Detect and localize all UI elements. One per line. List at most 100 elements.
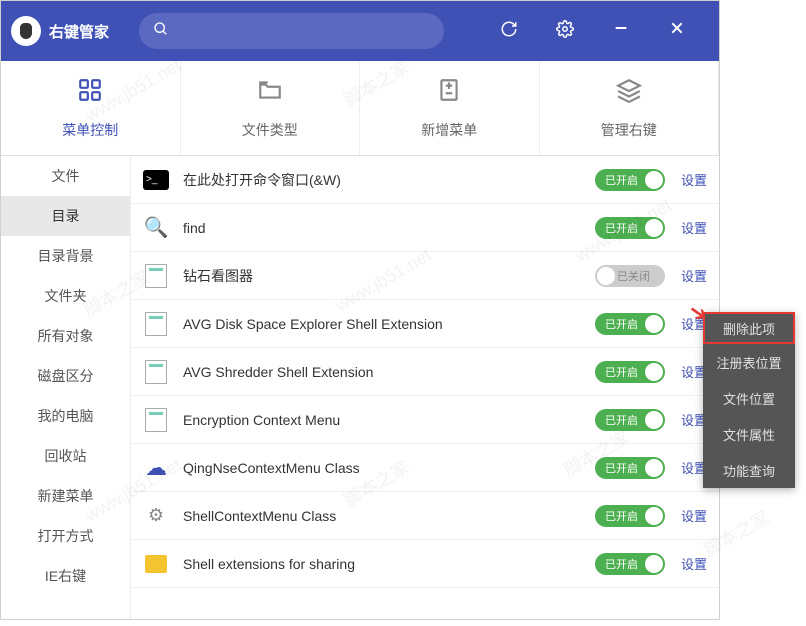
doc-icon bbox=[143, 359, 169, 385]
context-menu-item[interactable]: 功能查询 bbox=[703, 452, 795, 488]
list-row: >_ 在此处打开命令窗口(&W) 已开启 设置 bbox=[131, 156, 719, 204]
toggle-switch[interactable]: 已开启 bbox=[595, 361, 665, 383]
tab-label: 文件类型 bbox=[242, 120, 298, 140]
row-label: ShellContextMenu Class bbox=[183, 508, 595, 524]
toggle-text: 已开启 bbox=[605, 316, 638, 332]
sidebar-item[interactable]: 打开方式 bbox=[1, 516, 130, 556]
list-row: Shell extensions for sharing 已开启 设置 bbox=[131, 540, 719, 588]
settings-link[interactable]: 设置 bbox=[681, 554, 707, 573]
sidebar-item[interactable]: 文件夹 bbox=[1, 276, 130, 316]
row-label: AVG Disk Space Explorer Shell Extension bbox=[183, 316, 595, 332]
list-row: 钻石看图器 已关闭 设置 bbox=[131, 252, 719, 300]
list-row: ⚙ShellContextMenu Class已开启设置 bbox=[131, 492, 719, 540]
toggle-switch[interactable]: 已开启 bbox=[595, 169, 665, 191]
titlebar: 右键管家 bbox=[1, 1, 719, 61]
toggle-text: 已开启 bbox=[605, 412, 638, 428]
sidebar-item[interactable]: 新建菜单 bbox=[1, 476, 130, 516]
app-title: 右键管家 bbox=[49, 21, 109, 42]
toggle-text: 已开启 bbox=[605, 460, 638, 476]
toggle-dot-icon bbox=[645, 555, 663, 573]
row-label: AVG Shredder Shell Extension bbox=[183, 364, 595, 380]
toggle-switch[interactable]: 已关闭 bbox=[595, 265, 665, 287]
tab-manage-right-click[interactable]: 管理右键 bbox=[540, 61, 720, 155]
toggle-text: 已开启 bbox=[605, 172, 638, 188]
settings-link[interactable]: 设置 bbox=[681, 506, 707, 525]
toggle-switch[interactable]: 已开启 bbox=[595, 457, 665, 479]
row-label: Encryption Context Menu bbox=[183, 412, 595, 428]
settings-link[interactable]: 设置 bbox=[681, 170, 707, 189]
find-icon: 🔍 bbox=[143, 215, 169, 241]
sidebar-item[interactable]: 目录背景 bbox=[1, 236, 130, 276]
toggle-switch[interactable]: 已开启 bbox=[595, 313, 665, 335]
tab-label: 管理右键 bbox=[601, 120, 657, 140]
context-menu: 删除此项注册表位置文件位置文件属性功能查询 bbox=[703, 312, 795, 488]
row-label: 钻石看图器 bbox=[183, 266, 595, 286]
settings-link[interactable]: 设置 bbox=[681, 218, 707, 237]
context-menu-item[interactable]: 文件位置 bbox=[703, 380, 795, 416]
body: 文件目录目录背景文件夹所有对象磁盘区分我的电脑回收站新建菜单打开方式IE右键 >… bbox=[1, 156, 719, 619]
settings-link[interactable]: 设置 bbox=[681, 266, 707, 285]
settings-button[interactable] bbox=[553, 20, 577, 43]
list-row: 🔍 find 已开启 设置 bbox=[131, 204, 719, 252]
add-doc-icon bbox=[436, 77, 462, 110]
list-row: AVG Shredder Shell Extension已开启设置 bbox=[131, 348, 719, 396]
toggle-switch[interactable]: 已开启 bbox=[595, 553, 665, 575]
sidebar-item[interactable]: 我的电脑 bbox=[1, 396, 130, 436]
content-list: >_在此处打开命令窗口(&W)已开启设置🔍find已开启设置钻石看图器已关闭设置… bbox=[131, 156, 719, 619]
context-menu-item[interactable]: 文件属性 bbox=[703, 416, 795, 452]
toggle-dot-icon bbox=[597, 267, 615, 285]
toggle-dot-icon bbox=[645, 363, 663, 381]
grid-icon bbox=[77, 77, 103, 110]
sidebar-item[interactable]: 目录 bbox=[1, 196, 130, 236]
list-row: AVG Disk Space Explorer Shell Extension 已… bbox=[131, 300, 719, 348]
row-label: Shell extensions for sharing bbox=[183, 556, 595, 572]
layers-icon bbox=[616, 77, 642, 110]
folder-icon bbox=[143, 551, 169, 577]
title-actions bbox=[497, 20, 709, 43]
sidebar-item[interactable]: 文件 bbox=[1, 156, 130, 196]
cmd-icon: >_ bbox=[143, 167, 169, 193]
close-button[interactable] bbox=[665, 20, 689, 43]
tab-label: 新增菜单 bbox=[421, 120, 477, 140]
toggle-dot-icon bbox=[645, 219, 663, 237]
row-label: 在此处打开命令窗口(&W) bbox=[183, 170, 595, 190]
app-window: 右键管家 菜单控制 bbox=[0, 0, 720, 620]
refresh-button[interactable] bbox=[497, 20, 521, 43]
toggle-dot-icon bbox=[645, 507, 663, 525]
sidebar-item[interactable]: 回收站 bbox=[1, 436, 130, 476]
doc-icon bbox=[143, 263, 169, 289]
toggle-dot-icon bbox=[645, 411, 663, 429]
toggle-dot-icon bbox=[645, 171, 663, 189]
list-row: Encryption Context Menu已开启设置 bbox=[131, 396, 719, 444]
list-row: ☁QingNseContextMenu Class已开启设置 bbox=[131, 444, 719, 492]
toggle-switch[interactable]: 已开启 bbox=[595, 409, 665, 431]
main-tabs: 菜单控制 文件类型 新增菜单 管理右键 bbox=[1, 61, 719, 156]
sidebar: 文件目录目录背景文件夹所有对象磁盘区分我的电脑回收站新建菜单打开方式IE右键 bbox=[1, 156, 131, 619]
toggle-text: 已开启 bbox=[605, 556, 638, 572]
toggle-switch[interactable]: 已开启 bbox=[595, 217, 665, 239]
tab-add-menu[interactable]: 新增菜单 bbox=[360, 61, 540, 155]
minimize-button[interactable] bbox=[609, 20, 633, 43]
doc-icon bbox=[143, 311, 169, 337]
toggle-dot-icon bbox=[645, 315, 663, 333]
toggle-switch[interactable]: 已开启 bbox=[595, 505, 665, 527]
sidebar-item[interactable]: 磁盘区分 bbox=[1, 356, 130, 396]
doc-icon bbox=[143, 407, 169, 433]
app-logo-icon bbox=[11, 16, 41, 46]
row-label: QingNseContextMenu Class bbox=[183, 460, 595, 476]
tab-file-type[interactable]: 文件类型 bbox=[181, 61, 361, 155]
sidebar-item[interactable]: 所有对象 bbox=[1, 316, 130, 356]
toggle-dot-icon bbox=[645, 459, 663, 477]
toggle-text: 已开启 bbox=[605, 220, 638, 236]
tab-label: 菜单控制 bbox=[62, 120, 118, 140]
toggle-text: 已开启 bbox=[605, 508, 638, 524]
row-label: find bbox=[183, 220, 595, 236]
context-menu-item[interactable]: 删除此项 bbox=[703, 312, 795, 344]
tab-menu-control[interactable]: 菜单控制 bbox=[1, 61, 181, 155]
cloud-icon: ☁ bbox=[143, 455, 169, 481]
search-input[interactable] bbox=[139, 13, 444, 49]
folder-icon bbox=[257, 77, 283, 110]
toggle-text: 已关闭 bbox=[617, 268, 650, 284]
sidebar-item[interactable]: IE右键 bbox=[1, 556, 130, 596]
context-menu-item[interactable]: 注册表位置 bbox=[703, 344, 795, 380]
